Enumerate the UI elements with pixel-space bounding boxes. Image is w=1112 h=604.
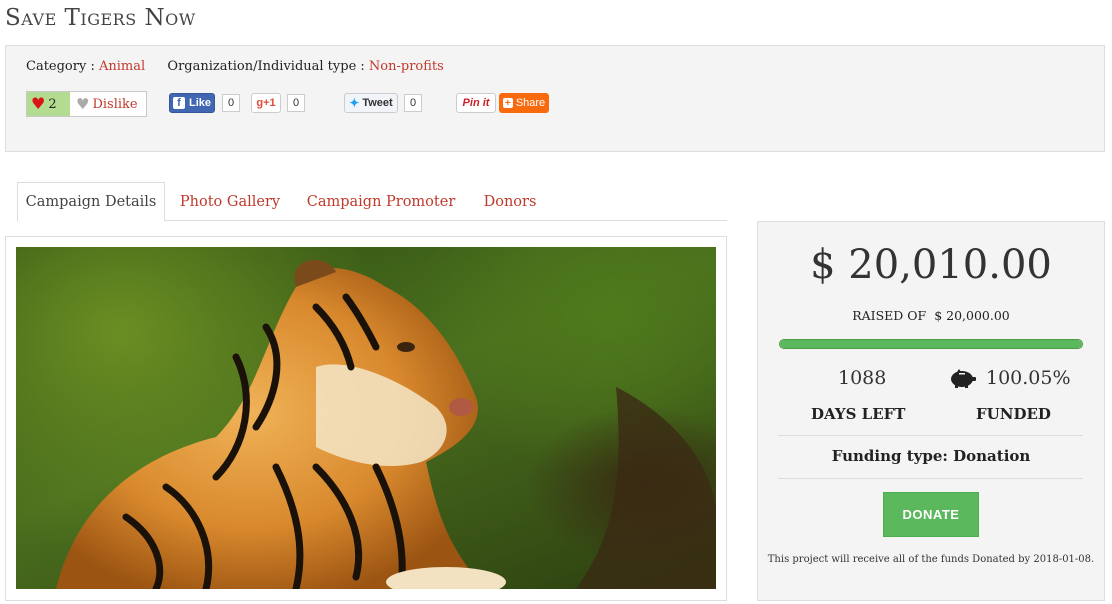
goal-line: RAISED OF $ 20,000.00: [758, 308, 1104, 323]
like-button[interactable]: ♥ 2: [27, 92, 70, 116]
heart-icon: ♥: [31, 94, 46, 113]
campaign-image-frame: [5, 236, 727, 601]
facebook-count: 0: [222, 94, 240, 112]
social-buttons: ♥ 2 ♥ Dislike f Like 0 g +1 0 ✦ Tweet 0 P…: [26, 91, 1086, 117]
org-type-link[interactable]: Non-profits: [369, 59, 444, 74]
campaign-info-panel: Category : Animal Organization/Individua…: [5, 45, 1105, 152]
twitter-bird-icon: ✦: [349, 96, 360, 110]
dislike-label: Dislike: [92, 96, 138, 112]
page-title: Save Tigers Now: [5, 5, 196, 31]
tab-campaign-details[interactable]: Campaign Details: [17, 182, 165, 222]
tweet-label: Tweet: [362, 97, 393, 109]
dislike-button[interactable]: ♥ Dislike: [70, 95, 138, 113]
goal-amount: $ 20,000.00: [934, 308, 1010, 323]
tab-donors[interactable]: Donors: [475, 182, 545, 221]
pinterest-pin-button[interactable]: Pin it: [456, 93, 496, 113]
plus-icon: +: [502, 98, 513, 109]
funding-progress-fill: [780, 340, 1082, 348]
donate-button[interactable]: DONATE: [883, 492, 979, 537]
funded-label: FUNDED: [976, 405, 1051, 423]
facebook-like-button[interactable]: f Like: [169, 93, 215, 113]
category-link[interactable]: Animal: [99, 59, 145, 74]
funding-progress-bar: [779, 339, 1083, 349]
like-count: 2: [48, 96, 57, 112]
campaign-tabs: Campaign Details Photo Gallery Campaign …: [17, 182, 727, 222]
funded-stat: 100.05%: [948, 367, 1071, 389]
google-plus-label: +1: [263, 97, 276, 109]
tweet-count: 0: [404, 94, 422, 112]
funded-value: 100.05%: [986, 367, 1071, 389]
campaign-image: [16, 247, 716, 589]
days-left-value: 1088: [838, 367, 887, 389]
tiger-illustration: [56, 260, 716, 589]
google-plus-icon: g: [256, 97, 264, 109]
divider: [778, 435, 1083, 436]
raised-amount: $ 20,010.00: [810, 242, 1052, 288]
facebook-icon: f: [172, 97, 185, 109]
raised-of-label: RAISED OF: [852, 308, 927, 323]
broken-heart-icon: ♥: [76, 95, 90, 113]
funding-footnote: This project will receive all of the fun…: [767, 554, 1095, 565]
piggy-bank-icon: [951, 369, 976, 388]
days-left-label: DAYS LEFT: [811, 405, 906, 423]
share-button[interactable]: + Share: [499, 93, 549, 113]
tab-photo-gallery[interactable]: Photo Gallery: [171, 182, 289, 221]
tab-campaign-promoter[interactable]: Campaign Promoter: [299, 182, 463, 221]
like-dislike-group: ♥ 2 ♥ Dislike: [26, 91, 147, 117]
campaign-meta: Category : Animal Organization/Individua…: [26, 59, 444, 74]
category-label: Category :: [26, 59, 95, 74]
funding-sidebar: $ 20,010.00 RAISED OF $ 20,000.00 1088 1…: [757, 221, 1105, 601]
org-type-label: Organization/Individual type :: [167, 59, 365, 74]
tweet-button[interactable]: ✦ Tweet: [344, 93, 398, 113]
facebook-like-label: Like: [188, 97, 211, 109]
funding-type: Funding type: Donation: [831, 447, 1031, 465]
google-plus-count: 0: [287, 94, 305, 112]
divider: [778, 478, 1083, 479]
google-plus-button[interactable]: g +1: [251, 93, 281, 113]
share-label: Share: [515, 97, 546, 109]
